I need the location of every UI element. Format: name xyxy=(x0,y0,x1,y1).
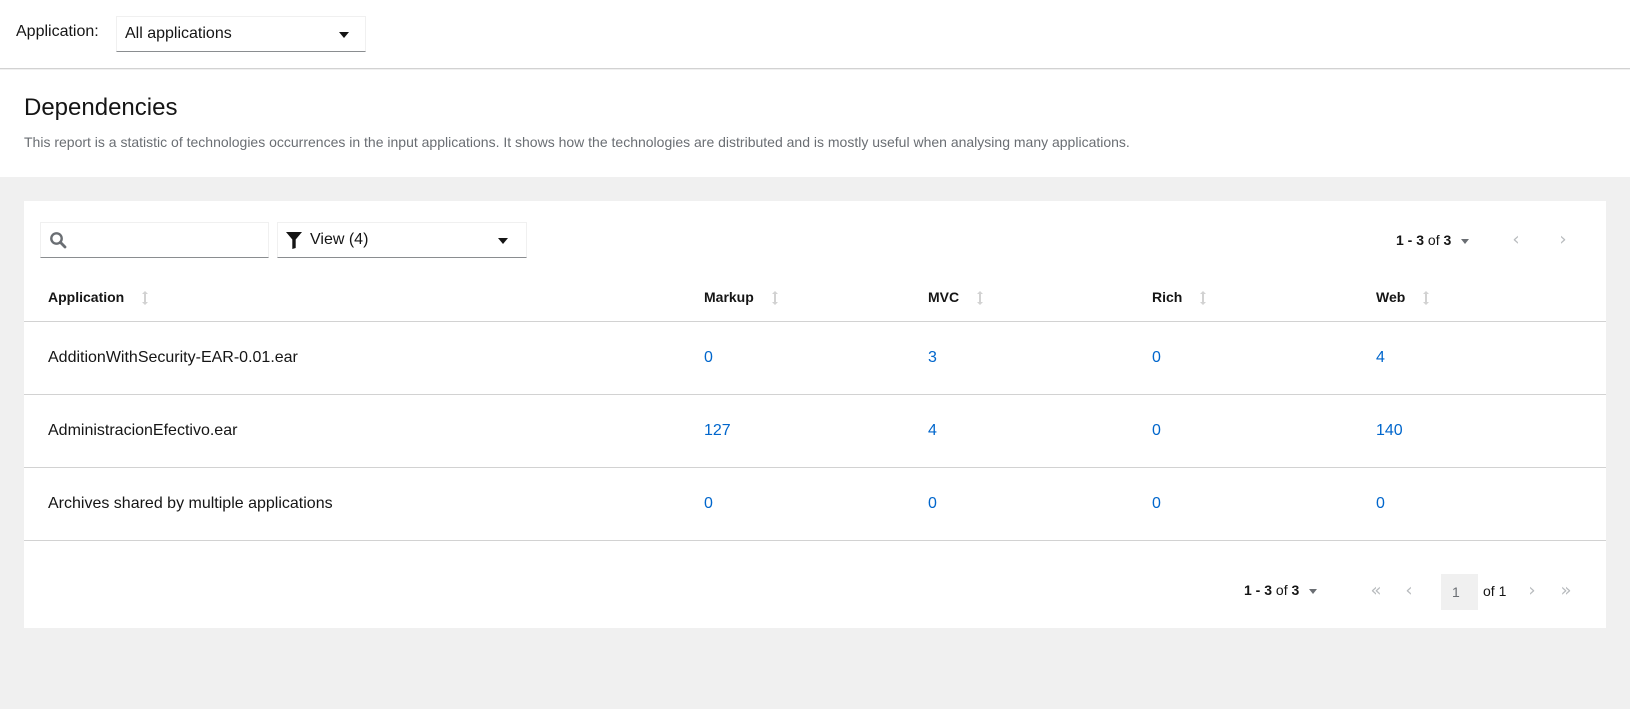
column-header-markup[interactable]: Markup xyxy=(704,273,928,322)
application-select-value: All applications xyxy=(125,25,232,42)
previous-page-button[interactable]: ‹ xyxy=(1397,579,1421,603)
cell-rich: 0 xyxy=(1152,394,1376,468)
sort-icon[interactable] xyxy=(770,290,780,305)
page-title: Dependencies xyxy=(24,94,178,121)
cell-application: AdministracionEfectivo.ear xyxy=(24,394,704,468)
current-page-input[interactable] xyxy=(1441,574,1478,610)
caret-down-icon xyxy=(1309,588,1318,594)
sort-icon[interactable] xyxy=(140,290,150,305)
markup-count-link[interactable]: 127 xyxy=(704,422,731,439)
previous-page-button[interactable]: ‹ xyxy=(1504,228,1528,252)
cell-markup: 0 xyxy=(704,467,928,541)
cell-mvc: 3 xyxy=(928,321,1152,395)
dependencies-table: Application Markup MVC Rich Web Addition… xyxy=(24,273,1606,541)
caret-down-icon xyxy=(1461,238,1470,244)
web-count-link[interactable]: 0 xyxy=(1376,495,1385,512)
search-input[interactable] xyxy=(75,227,263,253)
column-label: MVC xyxy=(928,288,960,305)
cell-rich: 0 xyxy=(1152,321,1376,395)
table-row: AdditionWithSecurity-EAR-0.01.ear 0 3 0 … xyxy=(24,321,1606,395)
mvc-count-link[interactable]: 4 xyxy=(928,422,937,439)
pagination-of: of xyxy=(1427,232,1440,248)
column-header-mvc[interactable]: MVC xyxy=(928,273,1152,322)
table-header-row: Application Markup MVC Rich Web xyxy=(24,273,1606,322)
rich-count-link[interactable]: 0 xyxy=(1152,349,1161,366)
search-icon xyxy=(50,232,67,249)
table-row: AdministracionEfectivo.ear 127 4 0 140 xyxy=(24,394,1606,468)
web-count-link[interactable]: 140 xyxy=(1376,422,1403,439)
markup-count-link[interactable]: 0 xyxy=(704,349,713,366)
column-label: Rich xyxy=(1152,288,1183,305)
last-page-button[interactable]: » xyxy=(1554,579,1578,603)
view-filter-label: View (4) xyxy=(310,231,369,248)
cell-application: AdditionWithSecurity-EAR-0.01.ear xyxy=(24,321,704,395)
next-page-button[interactable]: › xyxy=(1520,579,1544,603)
mvc-count-link[interactable]: 0 xyxy=(928,495,937,512)
application-select[interactable]: All applications xyxy=(116,16,366,52)
bottom-pagination: 1 - 3 of 3 « ‹ of 1 › » xyxy=(24,554,1606,628)
column-label: Markup xyxy=(704,288,754,305)
web-count-link[interactable]: 4 xyxy=(1376,349,1385,366)
first-page-button[interactable]: « xyxy=(1364,579,1388,603)
next-page-button[interactable]: › xyxy=(1551,228,1575,252)
cell-application: Archives shared by multiple applications xyxy=(24,467,704,541)
search-box[interactable] xyxy=(40,222,269,258)
page-header: Dependencies This report is a statistic … xyxy=(0,70,1630,177)
cell-web: 140 xyxy=(1376,394,1606,468)
filter-icon xyxy=(286,232,302,249)
view-filter-select[interactable]: View (4) xyxy=(277,222,527,258)
dependencies-card: View (4) 1 - 3 of 3 ‹ › Application Mark… xyxy=(24,201,1606,628)
cell-rich: 0 xyxy=(1152,467,1376,541)
page-description: This report is a statistic of technologi… xyxy=(24,134,1130,150)
column-label: Application xyxy=(48,288,125,305)
pagination-total: 3 xyxy=(1443,232,1452,248)
cell-web: 0 xyxy=(1376,467,1606,541)
pagination-of: of xyxy=(1275,582,1288,598)
sort-icon[interactable] xyxy=(1421,290,1431,305)
caret-down-icon xyxy=(498,238,508,244)
table-row: Archives shared by multiple applications… xyxy=(24,467,1606,541)
application-label: Application: xyxy=(16,23,99,40)
per-page-toggle[interactable]: 1 - 3 of 3 xyxy=(1244,582,1318,598)
markup-count-link[interactable]: 0 xyxy=(704,495,713,512)
mvc-count-link[interactable]: 3 xyxy=(928,349,937,366)
column-label: Web xyxy=(1376,288,1406,305)
cell-markup: 0 xyxy=(704,321,928,395)
cell-markup: 127 xyxy=(704,394,928,468)
per-page-toggle[interactable]: 1 - 3 of 3 xyxy=(1396,232,1470,248)
sort-icon[interactable] xyxy=(1198,290,1208,305)
pagination-range: 1 - 3 xyxy=(1396,232,1425,248)
column-header-web[interactable]: Web xyxy=(1376,273,1606,322)
cell-web: 4 xyxy=(1376,321,1606,395)
cell-mvc: 4 xyxy=(928,394,1152,468)
rich-count-link[interactable]: 0 xyxy=(1152,422,1161,439)
cell-mvc: 0 xyxy=(928,467,1152,541)
sort-icon[interactable] xyxy=(975,290,985,305)
top-bar: Application: All applications xyxy=(0,0,1630,69)
page-count-label: of 1 xyxy=(1483,583,1507,599)
pagination-total: 3 xyxy=(1291,582,1300,598)
column-header-application[interactable]: Application xyxy=(24,273,704,322)
caret-down-icon xyxy=(339,32,349,38)
rich-count-link[interactable]: 0 xyxy=(1152,495,1161,512)
column-header-rich[interactable]: Rich xyxy=(1152,273,1376,322)
pagination-range: 1 - 3 xyxy=(1244,582,1273,598)
